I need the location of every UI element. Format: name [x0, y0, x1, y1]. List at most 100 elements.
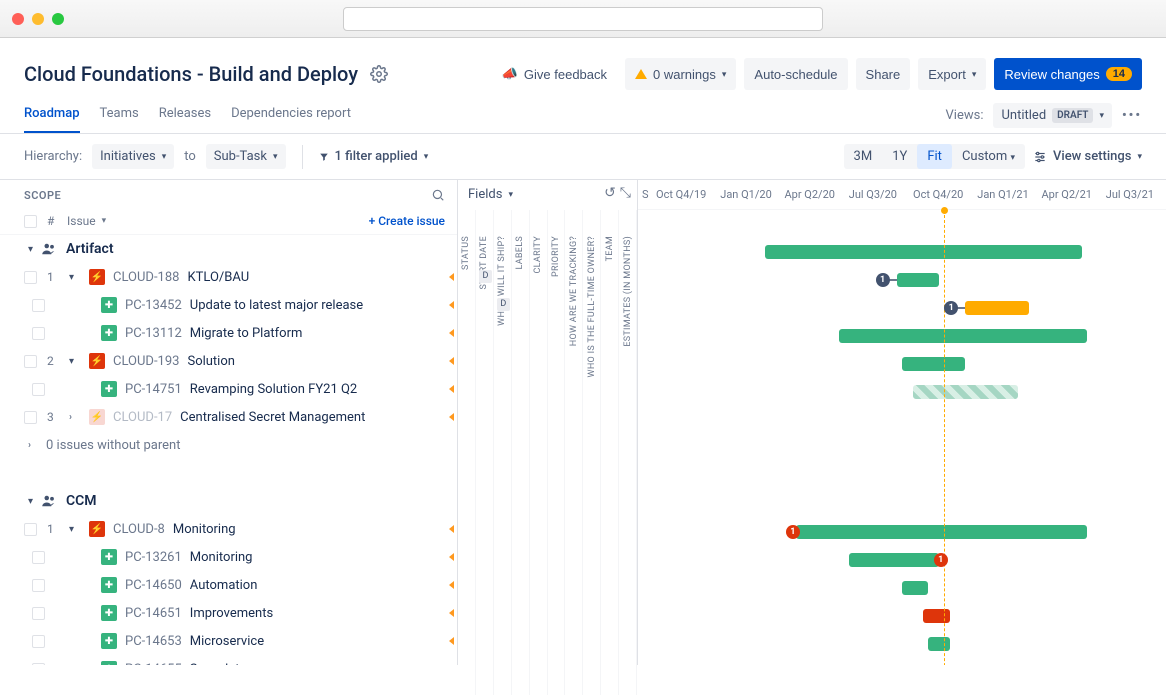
issue-row[interactable]: 2 ▾ ⚡ CLOUD-193 Solution	[0, 347, 457, 375]
field-column[interactable]: TEAM	[601, 210, 619, 695]
gantt-bar[interactable]	[839, 329, 1087, 343]
issue-row[interactable]: 1 ▾ ⚡ CLOUD-188 KTLO/BAU	[0, 263, 457, 291]
give-feedback-button[interactable]: 📣 Give feedback	[492, 58, 617, 90]
window-minimize[interactable]	[32, 13, 44, 25]
issue-column-header[interactable]: Issue ▾	[67, 214, 106, 228]
field-column[interactable]: PRIORITY	[548, 210, 566, 695]
issue-row[interactable]: ✚ PC-14653 Microservice	[0, 627, 457, 655]
review-changes-button[interactable]: Review changes 14	[994, 58, 1142, 90]
gear-icon[interactable]	[370, 65, 388, 83]
issue-key[interactable]: PC-14650	[125, 578, 182, 593]
row-checkbox[interactable]	[32, 327, 45, 340]
issue-row[interactable]: ✚ PC-14651 Improvements	[0, 599, 457, 627]
field-column[interactable]: CLARITY	[530, 210, 548, 695]
issue-key[interactable]: PC-13452	[125, 298, 182, 313]
view-selector[interactable]: Untitled DRAFT ▾	[993, 103, 1112, 128]
issue-key[interactable]: PC-14653	[125, 634, 182, 649]
view-settings-button[interactable]: View settings ▾	[1033, 149, 1142, 164]
issue-key[interactable]: CLOUD-8	[113, 522, 165, 537]
collapse-icon[interactable]: ⤡	[620, 185, 631, 201]
issue-row[interactable]: ✚ PC-13112 Migrate to Platform	[0, 319, 457, 347]
row-checkbox[interactable]	[24, 355, 37, 368]
issue-row[interactable]: ✚ PC-14650 Automation	[0, 571, 457, 599]
undo-icon[interactable]: ↺	[604, 185, 616, 201]
issue-row[interactable]: 3 › ⚡ CLOUD-17 Centralised Secret Manage…	[0, 403, 457, 431]
tab-teams[interactable]: Teams	[100, 98, 139, 133]
share-button[interactable]: Share	[856, 58, 911, 90]
tab-dependencies-report[interactable]: Dependencies report	[231, 98, 351, 133]
field-column[interactable]: LABELS	[512, 210, 530, 695]
select-all-checkbox[interactable]	[24, 215, 37, 228]
tab-releases[interactable]: Releases	[159, 98, 211, 133]
chevron-icon[interactable]: ▾	[69, 356, 81, 367]
filters-applied-button[interactable]: 1 filter applied ▾	[319, 149, 429, 164]
row-checkbox[interactable]	[32, 607, 45, 620]
issue-row[interactable]: ✚ PC-13261 Monitoring	[0, 543, 457, 571]
gantt-bar[interactable]	[923, 609, 949, 623]
chevron-icon[interactable]: ▾	[69, 524, 81, 535]
browser-address-bar[interactable]	[343, 7, 823, 31]
row-checkbox[interactable]	[32, 579, 45, 592]
issue-row[interactable]: ✚ PC-14655 Sync data	[0, 655, 457, 665]
issue-key[interactable]: CLOUD-17	[113, 410, 172, 425]
issue-key[interactable]: PC-14655	[125, 662, 182, 666]
issue-key[interactable]: PC-13112	[125, 326, 182, 341]
tab-roadmap[interactable]: Roadmap	[24, 98, 80, 133]
hierarchy-from-select[interactable]: Initiatives ▾	[92, 144, 174, 169]
warnings-button[interactable]: 0 warnings ▾	[625, 58, 736, 90]
gantt-bar[interactable]	[849, 553, 939, 567]
dependency-badge[interactable]: 1	[944, 301, 958, 315]
window-close[interactable]	[12, 13, 24, 25]
gantt-bar[interactable]	[965, 301, 1028, 315]
field-column[interactable]: WHEN WILL IT SHIP?D	[494, 210, 512, 695]
search-icon[interactable]	[431, 188, 445, 202]
timerange-1y[interactable]: 1Y	[882, 144, 917, 169]
chevron-down-icon[interactable]: ▾	[28, 244, 40, 255]
row-checkbox[interactable]	[32, 299, 45, 312]
timerange-custom[interactable]: Custom ▾	[952, 144, 1025, 169]
issue-key[interactable]: PC-14751	[125, 382, 182, 397]
gantt-bar[interactable]	[902, 357, 965, 371]
issues-without-parent[interactable]: › 0 issues without parent	[0, 431, 457, 459]
gantt-bar[interactable]	[897, 273, 939, 287]
create-issue-button[interactable]: + Create issue	[369, 214, 445, 228]
timerange-fit[interactable]: Fit	[917, 144, 952, 169]
row-checkbox[interactable]	[24, 271, 37, 284]
field-column[interactable]: ESTIMATES (IN MONTHS)	[619, 210, 637, 695]
export-button[interactable]: Export ▾	[918, 58, 986, 90]
chevron-right-icon[interactable]: ›	[28, 440, 40, 451]
issue-key[interactable]: CLOUD-188	[113, 270, 179, 285]
chevron-down-icon[interactable]: ▾	[28, 496, 40, 507]
chevron-icon[interactable]: ›	[69, 412, 81, 423]
window-zoom[interactable]	[52, 13, 64, 25]
chevron-icon[interactable]: ▾	[69, 272, 81, 283]
row-checkbox[interactable]	[24, 411, 37, 424]
field-column[interactable]: STATUS	[458, 210, 476, 695]
field-column[interactable]: HOW ARE WE TRACKING?	[565, 210, 583, 695]
gantt-bar[interactable]	[928, 637, 949, 651]
gantt-bar[interactable]	[902, 581, 928, 595]
issue-row[interactable]: ✚ PC-13452 Update to latest major releas…	[0, 291, 457, 319]
row-checkbox[interactable]	[32, 383, 45, 396]
more-menu-icon[interactable]: •••	[1122, 108, 1142, 123]
row-checkbox[interactable]	[32, 663, 45, 666]
gantt-bar[interactable]	[765, 245, 1082, 259]
issue-key[interactable]: CLOUD-193	[113, 354, 179, 369]
auto-schedule-button[interactable]: Auto-schedule	[744, 58, 847, 90]
field-column[interactable]: WHO IS THE FULL-TIME OWNER?	[583, 210, 601, 695]
row-checkbox[interactable]	[32, 551, 45, 564]
group-header[interactable]: ▾ Artifact	[0, 235, 457, 263]
issue-key[interactable]: PC-14651	[125, 606, 182, 621]
dependency-badge[interactable]: 1	[786, 525, 800, 539]
issue-row[interactable]: ✚ PC-14751 Revamping Solution FY21 Q2	[0, 375, 457, 403]
row-checkbox[interactable]	[32, 635, 45, 648]
dependency-badge[interactable]: 1	[934, 553, 948, 567]
dependency-badge[interactable]: 1	[876, 273, 890, 287]
issue-key[interactable]: PC-13261	[125, 550, 182, 565]
row-checkbox[interactable]	[24, 523, 37, 536]
timerange-3m[interactable]: 3M	[844, 144, 883, 169]
gantt-bar[interactable]	[796, 525, 1086, 539]
gantt-bar[interactable]	[913, 385, 1019, 399]
group-header[interactable]: ▾ CCM	[0, 487, 457, 515]
field-column[interactable]: START DATED	[476, 210, 494, 695]
